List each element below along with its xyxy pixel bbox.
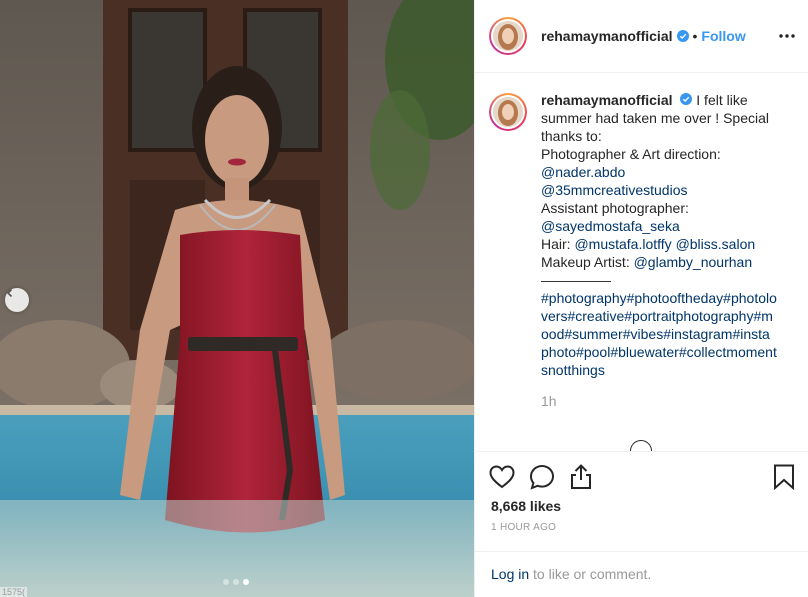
- share-button[interactable]: [569, 457, 609, 497]
- photo-corner-tag: 1575(: [0, 587, 28, 597]
- carousel-dots: [223, 579, 249, 585]
- hashtag-link[interactable]: #vibes: [623, 326, 663, 342]
- hashtag-link[interactable]: #instagram: [663, 326, 732, 342]
- hashtag-link[interactable]: #summer: [564, 326, 622, 342]
- photo-illustration: [0, 0, 474, 597]
- comment-button[interactable]: [529, 457, 569, 497]
- carousel-dot-active: [243, 579, 249, 585]
- follow-button[interactable]: Follow: [701, 28, 745, 44]
- hashtag-block: #photography#photooftheday#photolovers#c…: [541, 289, 777, 379]
- like-button[interactable]: [489, 457, 529, 497]
- hashtag-link[interactable]: #pool: [576, 344, 610, 360]
- login-prompt: Log in to like or comment.: [475, 551, 808, 597]
- mention-link[interactable]: @mustafa.lotffy: [574, 236, 671, 252]
- post-timestamp[interactable]: 1 HOUR AGO: [491, 522, 556, 533]
- mention-link[interactable]: @35mmcreativestudios: [541, 182, 688, 198]
- avatar[interactable]: [489, 17, 527, 55]
- caption-line-assistant: Assistant photographer:: [541, 200, 689, 216]
- caption-username[interactable]: rehamaymanofficial: [541, 92, 673, 108]
- caption-divider: —————: [541, 272, 611, 288]
- hashtag-link[interactable]: #photography: [541, 290, 627, 306]
- action-bar: [475, 451, 808, 501]
- chevron-left-icon: [6, 288, 13, 298]
- caption-hair-label: Hair:: [541, 236, 575, 252]
- likes-count[interactable]: 8,668 likes: [491, 498, 561, 514]
- carousel-dot: [223, 579, 229, 585]
- caption-time[interactable]: 1h: [541, 392, 777, 410]
- carousel-prev-button[interactable]: [5, 288, 29, 312]
- post-username[interactable]: rehamaymanofficial: [541, 28, 673, 44]
- hashtag-link[interactable]: #creative: [567, 308, 624, 324]
- caption-scroll-area[interactable]: rehamaymanofficial I felt like summer ha…: [475, 73, 808, 451]
- bookmark-icon: [774, 464, 794, 491]
- caption-row: rehamaymanofficial I felt like summer ha…: [475, 73, 808, 410]
- post-photo[interactable]: 1575(: [0, 0, 474, 597]
- next-comment-avatar-peek: [630, 440, 652, 451]
- heart-icon: [489, 464, 515, 488]
- mention-link[interactable]: @glamby_nourhan: [634, 254, 753, 270]
- caption-text: rehamaymanofficial I felt like summer ha…: [541, 91, 777, 410]
- header-separator: •: [692, 28, 698, 44]
- hashtag-link[interactable]: #bluewater: [610, 344, 679, 360]
- post-header: rehamaymanofficial • Follow: [475, 0, 808, 73]
- avatar-image: [493, 21, 523, 51]
- hashtag-link[interactable]: #photooftheday: [627, 290, 724, 306]
- verified-badge-icon: [680, 93, 693, 105]
- comment-icon: [529, 464, 555, 490]
- carousel-dot: [233, 579, 239, 585]
- mention-link[interactable]: @bliss.salon: [676, 236, 756, 252]
- login-link[interactable]: Log in: [491, 566, 529, 582]
- post-side-panel: rehamaymanofficial • Follow rehamaymanof…: [474, 0, 808, 597]
- save-button[interactable]: [773, 464, 795, 495]
- hashtag-link[interactable]: #portraitphotography: [624, 308, 753, 324]
- caption-avatar[interactable]: [489, 93, 527, 131]
- share-icon: [571, 463, 591, 489]
- more-options-icon[interactable]: [779, 27, 795, 50]
- verified-badge-icon: [676, 30, 689, 42]
- caption-line-photographer: Photographer & Art direction:: [541, 146, 721, 162]
- login-prompt-text: to like or comment.: [529, 566, 652, 582]
- mention-link[interactable]: @sayedmostafa_seka: [541, 218, 680, 234]
- caption-makeup-label: Makeup Artist:: [541, 254, 634, 270]
- avatar-image: [493, 97, 523, 127]
- mention-link[interactable]: @nader.abdo: [541, 164, 625, 180]
